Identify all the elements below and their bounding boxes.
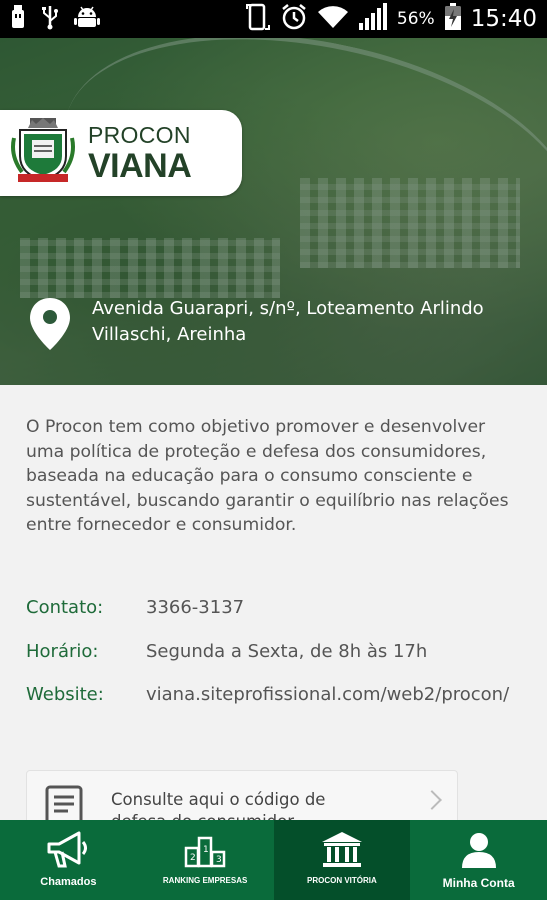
user-icon — [459, 828, 499, 872]
usb-icon — [10, 4, 26, 34]
city-coat-of-arms-icon — [8, 116, 78, 190]
nav-chamados[interactable]: Chamados — [0, 820, 137, 900]
consumer-code-button[interactable]: Consulte aqui o código de defesa do cons… — [26, 770, 458, 820]
hours-row: Horário: Segunda a Sexta, de 8h às 17h — [26, 639, 486, 664]
screen-rotation-icon — [245, 3, 271, 35]
website-label: Website: — [26, 684, 104, 705]
map-pin-icon — [28, 296, 72, 356]
horario-value: Segunda a Sexta, de 8h às 17h — [146, 641, 428, 662]
clock-time: 15:40 — [470, 6, 537, 32]
nav-label-ranking: Ranking Empresas — [162, 876, 248, 885]
contact-row: Contato: 3366-3137 — [26, 595, 486, 620]
svg-text:1: 1 — [203, 845, 209, 855]
procon-logo-card: PROCON VIANA — [0, 110, 242, 196]
website-link[interactable]: viana.siteprofissional.com/web2/procon/ — [146, 682, 509, 707]
contato-label: Contato: — [26, 597, 104, 618]
courthouse-icon — [320, 828, 364, 872]
horario-label: Horário: — [26, 641, 99, 662]
website-row: Website: viana.siteprofissional.com/web2… — [26, 682, 509, 707]
megaphone-icon — [45, 828, 91, 872]
status-bar: 56% 15:40 — [0, 0, 547, 38]
wifi-icon — [317, 4, 349, 34]
svg-text:3: 3 — [216, 855, 222, 865]
nav-label-minha-conta: Minha Conta — [442, 876, 515, 890]
nav-procon-vitoria[interactable]: Procon Vitória — [273, 820, 411, 900]
description-text: O Procon tem como objetivo promover e de… — [26, 417, 509, 535]
alarm-icon — [280, 3, 308, 35]
logo-text-viana: VIANA — [88, 146, 192, 185]
contato-value[interactable]: 3366-3137 — [146, 595, 486, 620]
address-text: Avenida Guarapri, s/nº, Loteamento Arlin… — [92, 298, 484, 345]
bottom-navigation: Chamados 213 Ranking Empresas Procon Vit… — [0, 820, 547, 900]
address-block[interactable]: Avenida Guarapri, s/nº, Loteamento Arlin… — [28, 296, 492, 356]
battery-percent: 56% — [396, 9, 435, 29]
cell-signal-icon — [358, 3, 388, 35]
nav-minha-conta[interactable]: Minha Conta — [410, 820, 547, 900]
main-content[interactable]: O Procon tem como objetivo promover e de… — [0, 385, 547, 820]
nav-label-chamados: Chamados — [40, 876, 97, 888]
document-icon — [41, 783, 91, 820]
battery-charging-icon — [444, 3, 462, 35]
nav-label-procon-vitoria: Procon Vitória — [306, 876, 377, 885]
header-banner: PROCON VIANA Avenida Guarapri, s/nº, Lot… — [0, 38, 547, 385]
chevron-right-icon — [422, 790, 442, 810]
consumer-code-label: Consulte aqui o código de defesa do cons… — [111, 790, 326, 820]
podium-icon: 213 — [183, 828, 227, 872]
svg-text:2: 2 — [190, 853, 196, 863]
android-icon — [74, 4, 100, 34]
nav-ranking-empresas[interactable]: 213 Ranking Empresas — [137, 820, 274, 900]
usb-debug-icon — [40, 4, 60, 34]
logo-text-procon: PROCON — [88, 121, 191, 148]
